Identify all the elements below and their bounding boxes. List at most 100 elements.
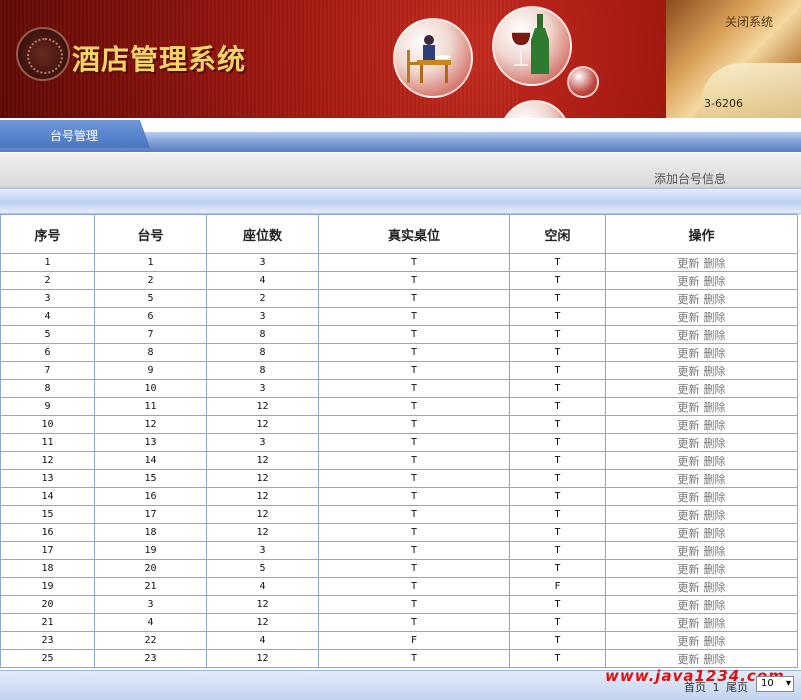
delete-link[interactable]: 删除 bbox=[704, 545, 726, 558]
cell-seats: 8 bbox=[206, 343, 319, 362]
cell-table-no: 20 bbox=[94, 559, 207, 578]
cell-ops: 更新 删除 bbox=[605, 415, 798, 434]
update-link[interactable]: 更新 bbox=[678, 347, 700, 360]
cell-index: 3 bbox=[0, 289, 95, 308]
delete-link[interactable]: 删除 bbox=[704, 401, 726, 414]
delete-link[interactable]: 删除 bbox=[704, 473, 726, 486]
tab-bar: 台号管理 bbox=[0, 118, 801, 152]
add-table-link[interactable]: 添加台号信息 bbox=[654, 170, 726, 187]
cell-free: T bbox=[509, 613, 606, 632]
cell-table-no: 9 bbox=[94, 361, 207, 380]
cell-index: 1 bbox=[0, 253, 95, 272]
table-row: 9 11 12 T T 更新 删除 bbox=[0, 397, 798, 416]
delete-link[interactable]: 删除 bbox=[704, 275, 726, 288]
update-link[interactable]: 更新 bbox=[678, 581, 700, 594]
update-link[interactable]: 更新 bbox=[678, 491, 700, 504]
cell-free: T bbox=[509, 541, 606, 560]
header-code: 3-6206 bbox=[704, 97, 743, 110]
close-system-link[interactable]: 关闭系统 bbox=[725, 13, 773, 30]
first-page-link[interactable]: 首页 bbox=[684, 681, 706, 694]
small-bubble-icon bbox=[567, 66, 599, 98]
cell-real: T bbox=[318, 595, 510, 614]
update-link[interactable]: 更新 bbox=[678, 383, 700, 396]
delete-link[interactable]: 删除 bbox=[704, 599, 726, 612]
delete-link[interactable]: 删除 bbox=[704, 311, 726, 324]
delete-link[interactable]: 删除 bbox=[704, 347, 726, 360]
col-header-table-no: 台号 bbox=[94, 214, 207, 254]
cell-free: T bbox=[509, 271, 606, 290]
cell-index: 5 bbox=[0, 325, 95, 344]
table-row: 4 6 3 T T 更新 删除 bbox=[0, 307, 798, 326]
cell-free: F bbox=[509, 577, 606, 596]
cell-table-no: 10 bbox=[94, 379, 207, 398]
delete-link[interactable]: 删除 bbox=[704, 257, 726, 270]
update-link[interactable]: 更新 bbox=[678, 455, 700, 468]
cell-free: T bbox=[509, 325, 606, 344]
cell-table-no: 13 bbox=[94, 433, 207, 452]
update-link[interactable]: 更新 bbox=[678, 365, 700, 378]
delete-link[interactable]: 删除 bbox=[704, 617, 726, 630]
cell-seats: 3 bbox=[206, 379, 319, 398]
update-link[interactable]: 更新 bbox=[678, 419, 700, 432]
table-row: 21 4 12 T T 更新 删除 bbox=[0, 613, 798, 632]
update-link[interactable]: 更新 bbox=[678, 617, 700, 630]
update-link[interactable]: 更新 bbox=[678, 545, 700, 558]
delete-link[interactable]: 删除 bbox=[704, 365, 726, 378]
delete-link[interactable]: 删除 bbox=[704, 419, 726, 432]
update-link[interactable]: 更新 bbox=[678, 329, 700, 342]
cell-ops: 更新 删除 bbox=[605, 343, 798, 362]
delete-link[interactable]: 删除 bbox=[704, 509, 726, 522]
cell-free: T bbox=[509, 451, 606, 470]
cell-table-no: 2 bbox=[94, 271, 207, 290]
delete-link[interactable]: 删除 bbox=[704, 563, 726, 576]
cell-real: T bbox=[318, 505, 510, 524]
cell-table-no: 4 bbox=[94, 613, 207, 632]
delete-link[interactable]: 删除 bbox=[704, 293, 726, 306]
update-link[interactable]: 更新 bbox=[678, 311, 700, 324]
delete-link[interactable]: 删除 bbox=[704, 455, 726, 468]
delete-link[interactable]: 删除 bbox=[704, 437, 726, 450]
delete-link[interactable]: 删除 bbox=[704, 581, 726, 594]
tab-table-management[interactable]: 台号管理 bbox=[0, 120, 150, 148]
table-row: 8 10 3 T T 更新 删除 bbox=[0, 379, 798, 398]
update-link[interactable]: 更新 bbox=[678, 653, 700, 666]
update-link[interactable]: 更新 bbox=[678, 473, 700, 486]
cell-index: 10 bbox=[0, 415, 95, 434]
delete-link[interactable]: 删除 bbox=[704, 653, 726, 666]
cell-real: T bbox=[318, 613, 510, 632]
cell-real: T bbox=[318, 271, 510, 290]
delete-link[interactable]: 删除 bbox=[704, 383, 726, 396]
update-link[interactable]: 更新 bbox=[678, 599, 700, 612]
update-link[interactable]: 更新 bbox=[678, 257, 700, 270]
last-page-link[interactable]: 尾页 bbox=[726, 681, 748, 694]
update-link[interactable]: 更新 bbox=[678, 509, 700, 522]
cell-index: 18 bbox=[0, 559, 95, 578]
delete-link[interactable]: 删除 bbox=[704, 635, 726, 648]
update-link[interactable]: 更新 bbox=[678, 437, 700, 450]
table-row: 5 7 8 T T 更新 删除 bbox=[0, 325, 798, 344]
page-size-select[interactable]: 10 bbox=[756, 676, 794, 692]
cell-free: T bbox=[509, 469, 606, 488]
cell-ops: 更新 删除 bbox=[605, 631, 798, 650]
cell-seats: 4 bbox=[206, 271, 319, 290]
update-link[interactable]: 更新 bbox=[678, 635, 700, 648]
delete-link[interactable]: 删除 bbox=[704, 527, 726, 540]
update-link[interactable]: 更新 bbox=[678, 527, 700, 540]
table-row: 20 3 12 T T 更新 删除 bbox=[0, 595, 798, 614]
cell-seats: 12 bbox=[206, 469, 319, 488]
table-row: 19 21 4 T F 更新 删除 bbox=[0, 577, 798, 596]
update-link[interactable]: 更新 bbox=[678, 563, 700, 576]
update-link[interactable]: 更新 bbox=[678, 293, 700, 306]
delete-link[interactable]: 删除 bbox=[704, 329, 726, 342]
col-header-seats: 座位数 bbox=[206, 214, 319, 254]
delete-link[interactable]: 删除 bbox=[704, 491, 726, 504]
update-link[interactable]: 更新 bbox=[678, 275, 700, 288]
update-link[interactable]: 更新 bbox=[678, 401, 700, 414]
tab-label: 台号管理 bbox=[50, 129, 99, 143]
cell-seats: 4 bbox=[206, 631, 319, 650]
cell-free: T bbox=[509, 253, 606, 272]
cell-seats: 12 bbox=[206, 649, 319, 668]
cell-index: 6 bbox=[0, 343, 95, 362]
cell-index: 8 bbox=[0, 379, 95, 398]
cell-table-no: 11 bbox=[94, 397, 207, 416]
